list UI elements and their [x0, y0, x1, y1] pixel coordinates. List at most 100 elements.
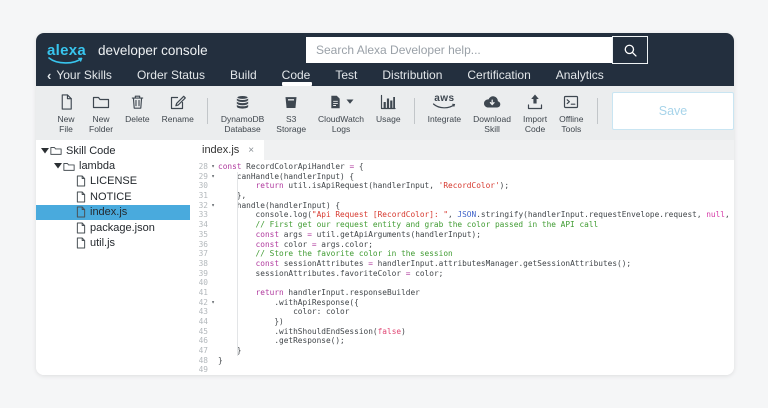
nav-item-label: Build: [229, 68, 257, 82]
nav-item-distribution[interactable]: Distribution: [382, 63, 442, 86]
fold-gutter: [208, 230, 218, 240]
editor-toolbar: New File New Folder Delete Rename DynamoDB D…: [36, 86, 734, 140]
toolbar-button-s3-storage[interactable]: S3 Storage: [270, 86, 312, 134]
line-number: 46: [198, 336, 208, 346]
toolbar-button-import-code[interactable]: Import Code: [517, 86, 553, 134]
fold-gutter: [208, 288, 218, 298]
line-number: 31: [198, 191, 208, 201]
nav-item-your-skills[interactable]: ‹ Your Skills: [47, 63, 112, 86]
fold-gutter: [208, 210, 218, 220]
fold-caret-icon[interactable]: ▾: [208, 298, 218, 308]
toolbar-button-cloudwatch-logs[interactable]: CloudWatch Logs: [312, 86, 370, 134]
save-button[interactable]: Save: [612, 92, 734, 130]
fold-caret-icon[interactable]: ▾: [208, 172, 218, 182]
tree-expand-caret-icon[interactable]: [53, 163, 63, 169]
tree-item-label: LICENSE: [90, 175, 138, 188]
code-line-47: 47 }: [190, 346, 734, 356]
rename-icon: [169, 93, 187, 111]
nav-item-code[interactable]: Code: [281, 63, 312, 86]
code-line-41: 41 return handlerInput.responseBuilder: [190, 288, 734, 298]
code-area[interactable]: 28 ▾ const RecordColorApiHandler = {29 ▾ ca…: [190, 160, 734, 375]
file-icon: [76, 191, 86, 203]
fold-gutter: [208, 269, 218, 279]
file-tree: Skill Code lambda LICENSE NOTICE index.js pac…: [36, 140, 190, 375]
toolbar-button-integrate[interactable]: aws Integrate: [422, 86, 468, 124]
nav-item-analytics[interactable]: Analytics: [556, 63, 604, 86]
usage-icon: [379, 93, 397, 111]
tree-item-package-json[interactable]: package.json: [36, 220, 190, 235]
code-line-30: 30 return util.isApiRequest(handlerInput…: [190, 181, 734, 191]
toolbar-button-usage[interactable]: Usage: [370, 86, 407, 124]
line-number: 43: [198, 307, 208, 317]
line-number: 34: [198, 220, 208, 230]
tree-item-util-js[interactable]: util.js: [36, 235, 190, 250]
code-line-48: 48}: [190, 356, 734, 366]
toolbar-button-new-folder[interactable]: New Folder: [83, 86, 119, 134]
nav-item-label: Distribution: [382, 68, 443, 82]
nav-item-test[interactable]: Test: [335, 63, 357, 86]
search-button[interactable]: [612, 36, 648, 64]
code-text: return util.isApiRequest(handlerInput, '…: [255, 181, 510, 191]
tab-close-icon[interactable]: ×: [248, 145, 254, 156]
fold-gutter: [208, 278, 218, 288]
code-text: const args = util.getApiArguments(handle…: [255, 229, 481, 239]
tree-item-skill-code[interactable]: Skill Code: [36, 143, 190, 158]
tree-item-lambda[interactable]: lambda: [36, 158, 190, 173]
toolbar-button-download-skill[interactable]: Download Skill: [467, 86, 517, 134]
toolbar-button-delete[interactable]: Delete: [119, 86, 156, 124]
toolbar-button-rename[interactable]: Rename: [156, 86, 200, 124]
toolbar-separator: [596, 98, 598, 124]
code-line-33: 33 console.log("Api Request [RecordColor…: [190, 210, 734, 220]
toolbar-button-offline-tools[interactable]: Offline Tools: [553, 86, 589, 134]
line-number: 30: [198, 181, 208, 191]
code-line-44: 44 }): [190, 317, 734, 327]
aws-icon: aws: [432, 93, 456, 110]
tree-item-license[interactable]: LICENSE: [36, 174, 190, 189]
tree-item-label: NOTICE: [90, 190, 132, 203]
toolbar-button-dynamodb-database[interactable]: DynamoDB Database: [215, 86, 270, 134]
fold-gutter: [208, 240, 218, 250]
code-text: sessionAttributes.favoriteColor = color;: [218, 268, 444, 278]
s3-icon: [283, 93, 299, 111]
code-line-40: 40: [190, 278, 734, 288]
indent-guide: [237, 172, 238, 356]
line-number: 41: [198, 287, 208, 297]
toolbar-button-label: Usage: [376, 114, 401, 124]
nav-item-order-status[interactable]: Order Status: [137, 63, 205, 86]
fold-caret-icon[interactable]: ▾: [208, 162, 218, 172]
fold-caret-icon[interactable]: ▾: [208, 201, 218, 211]
caret-down-icon[interactable]: [343, 99, 354, 105]
line-number: 39: [198, 268, 208, 278]
back-chevron-icon: ‹: [47, 67, 52, 83]
nav-item-build[interactable]: Build: [230, 63, 257, 86]
line-number: 48: [198, 355, 208, 365]
code-text: // Store the favorite color in the sessi…: [218, 249, 453, 259]
code-line-32: 32 ▾ handle(handlerInput) {: [190, 201, 734, 211]
tree-item-index-js[interactable]: index.js: [36, 204, 190, 220]
line-number: 49: [198, 365, 208, 375]
folder-icon: [50, 145, 62, 156]
search-input[interactable]: [306, 37, 612, 63]
code-text: },: [218, 191, 247, 201]
file-icon: [76, 206, 86, 218]
toolbar-button-new-file[interactable]: New File: [49, 86, 83, 134]
code-text: const sessionAttributes = handlerInput.a…: [255, 258, 632, 268]
line-number: 42: [198, 297, 208, 307]
editor-tab-bar: index.js ×: [190, 140, 734, 160]
tab-index-js[interactable]: index.js ×: [190, 140, 265, 160]
code-line-36: 36 const color = args.color;: [190, 240, 734, 250]
code-text: const RecordColorApiHandler = {: [218, 162, 364, 171]
fold-gutter: [208, 191, 218, 201]
tree-expand-caret-icon[interactable]: [40, 147, 50, 154]
line-number: 32: [198, 200, 208, 210]
toolbar-button-label: S3 Storage: [276, 114, 307, 135]
tree-item-notice[interactable]: NOTICE: [36, 189, 190, 204]
code-line-46: 46 .getResponse();: [190, 336, 734, 346]
fold-gutter: [208, 317, 218, 327]
code-text: }): [218, 317, 284, 326]
code-text: .withApiResponse({: [218, 297, 359, 307]
code-line-34: 34 // First get our request entity and g…: [190, 220, 734, 230]
nav-item-certification[interactable]: Certification: [467, 63, 530, 86]
code-text: }: [218, 355, 223, 365]
